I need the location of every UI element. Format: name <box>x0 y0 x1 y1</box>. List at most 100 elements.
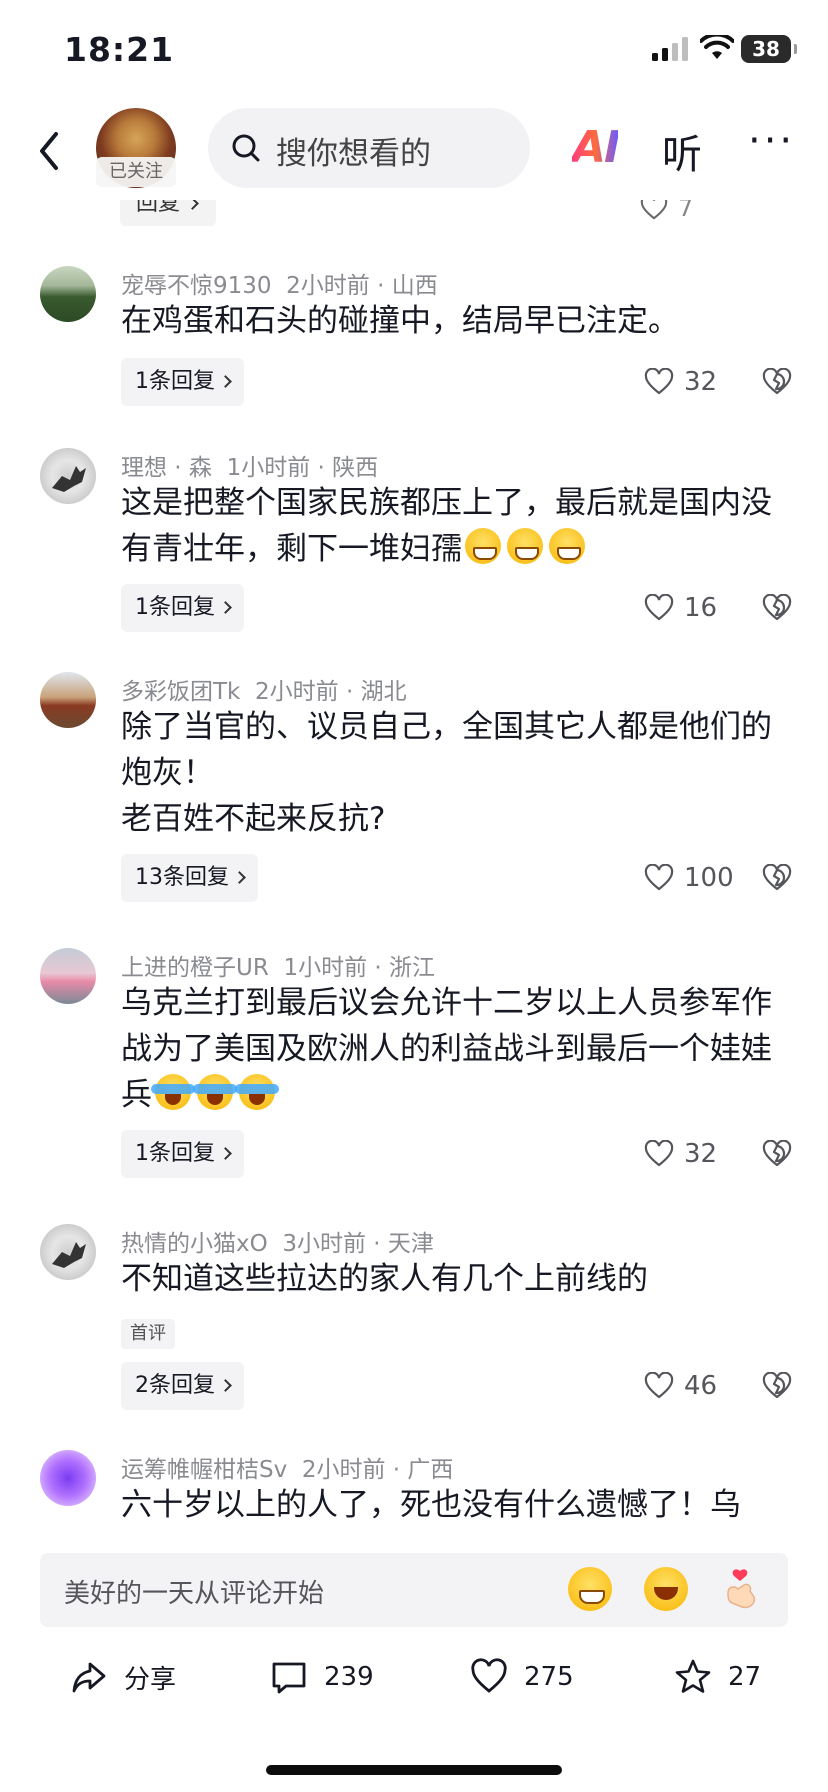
comment-text: 在鸡蛋和石头的碰撞中，结局早已注定。 <box>121 303 679 339</box>
back-arrow-icon[interactable] <box>32 126 66 176</box>
broken-heart-icon <box>762 1140 792 1167</box>
share-label: 分享 <box>124 1664 177 1695</box>
search-bar[interactable]: 搜你想看的 <box>208 108 530 188</box>
replies-button[interactable]: 1条回复 <box>121 1130 244 1178</box>
dislike-button[interactable] <box>762 584 792 632</box>
grin-emoji-icon[interactable] <box>568 1567 612 1611</box>
like-count: 16 <box>684 593 718 623</box>
comment-meta: 运筹帷幄柑桔Sv 2小时前 · 广西 <box>121 1457 454 1483</box>
first-comment-tag: 首评 <box>121 1319 175 1349</box>
broken-heart-icon <box>762 368 792 395</box>
heart-icon <box>644 368 674 395</box>
like-button[interactable]: 16 <box>644 584 717 632</box>
username[interactable]: 多彩饭团Tk <box>121 679 240 705</box>
comment-time: 2小时前 <box>301 1457 386 1483</box>
comment-meta: 宠辱不惊9130 2小时前 · 山西 <box>121 273 438 299</box>
comment-text: 这是把整个国家民族都压上了，最后就是国内没有青壮年，剩下一堆妇孺 <box>121 485 772 567</box>
battery-icon: 38 <box>741 35 797 63</box>
broken-heart-icon <box>762 864 792 891</box>
dislike-button[interactable] <box>762 1362 792 1410</box>
search-placeholder: 搜你想看的 <box>276 136 431 172</box>
dislike-button[interactable] <box>762 1130 792 1178</box>
bottom-action-bar: 分享 239 275 27 <box>0 1640 828 1716</box>
username[interactable]: 运筹帷幄柑桔Sv <box>121 1457 287 1483</box>
heart-icon <box>644 594 674 621</box>
search-icon <box>232 134 260 162</box>
like-count-partial[interactable]: 7 <box>640 200 693 222</box>
favorite-button[interactable]: 27 <box>674 1654 761 1700</box>
favorite-count: 27 <box>728 1662 762 1692</box>
heart-icon <box>644 864 674 891</box>
like-button[interactable]: 32 <box>644 358 717 406</box>
grin-emoji-icon <box>549 528 585 564</box>
star-icon <box>675 1659 711 1693</box>
cellular-signal-icon <box>652 37 688 61</box>
comment-region: 陕西 <box>332 455 379 481</box>
replies-button[interactable]: 1条回复 <box>121 358 244 406</box>
heart-icon <box>644 1140 674 1167</box>
heart-icon <box>640 200 668 220</box>
username[interactable]: 宠辱不惊9130 <box>121 273 272 299</box>
like-count: 32 <box>684 367 718 397</box>
like-count: 7 <box>678 200 694 222</box>
comment-input-placeholder: 美好的一天从评论开始 <box>64 1579 325 1609</box>
dislike-button[interactable] <box>762 358 792 406</box>
comment-meta: 热情的小猫xO 3小时前 · 天津 <box>121 1231 434 1257</box>
comment-count: 239 <box>324 1662 374 1692</box>
replies-button[interactable]: 13条回复 <box>121 854 258 902</box>
reply-chip-partial[interactable]: 回复 <box>120 200 216 226</box>
username[interactable]: 热情的小猫xO <box>121 1231 268 1257</box>
comment-item: 理想 · 森 1小时前 · 陕西 这是把整个国家民族都压上了，最后就是国内没有青… <box>0 448 828 633</box>
user-avatar[interactable] <box>40 448 96 504</box>
broken-heart-icon <box>762 1372 792 1399</box>
comment-item: 热情的小猫xO 3小时前 · 天津 不知道这些拉达的家人有几个上前线的 首评 2… <box>0 1224 828 1414</box>
comment-meta: 多彩饭团Tk 2小时前 · 湖北 <box>121 679 407 705</box>
comment-icon <box>272 1662 306 1694</box>
comment-text: 不知道这些拉达的家人有几个上前线的 <box>121 1261 648 1297</box>
comment-item: 运筹帷幄柑桔Sv 2小时前 · 广西 六十岁以上的人了，死也没有什么遗憾了！乌 <box>0 1450 828 1552</box>
user-avatar[interactable] <box>40 1450 96 1506</box>
comment-time: 1小时前 <box>283 955 368 981</box>
comment-region: 天津 <box>387 1231 434 1257</box>
like-button[interactable]: 100 <box>644 854 734 902</box>
comment-time: 2小时前 <box>255 679 339 705</box>
comment-input[interactable]: 美好的一天从评论开始 <box>40 1553 788 1627</box>
laugh-cry-emoji-icon <box>151 1074 195 1110</box>
user-avatar[interactable] <box>40 1224 96 1280</box>
comment-region: 广西 <box>407 1457 454 1483</box>
finger-heart-icon[interactable] <box>718 1567 762 1611</box>
username[interactable]: 上进的橙子UR <box>121 955 269 981</box>
like-button[interactable]: 46 <box>644 1362 717 1410</box>
grin-emoji-icon <box>507 528 543 564</box>
wifi-icon <box>700 35 734 59</box>
laugh-cry-emoji-icon <box>235 1074 279 1110</box>
username[interactable]: 理想 · 森 <box>121 455 212 481</box>
share-icon <box>72 1662 106 1693</box>
top-bar: 已关注 搜你想看的 AI 听 ··· <box>0 100 828 200</box>
user-avatar[interactable] <box>40 266 96 322</box>
user-avatar[interactable] <box>40 672 96 728</box>
heart-icon <box>471 1658 507 1693</box>
comment-region: 湖北 <box>360 679 407 705</box>
followed-badge[interactable]: 已关注 <box>96 157 176 187</box>
like-post-button[interactable]: 275 <box>470 1654 574 1700</box>
listen-button[interactable]: 听 <box>662 122 702 180</box>
grin-emoji-icon <box>465 528 501 564</box>
broken-heart-icon <box>762 594 792 621</box>
replies-button[interactable]: 1条回复 <box>121 584 244 632</box>
status-time: 18:21 <box>64 30 175 69</box>
ai-button[interactable]: AI <box>572 122 620 173</box>
comment-feed[interactable]: 回复 7 宠辱不惊9130 2小时前 · 山西 在鸡蛋和石头的碰撞中，结局早已注… <box>0 200 828 1552</box>
laugh-emoji-icon[interactable] <box>644 1567 688 1611</box>
user-avatar[interactable] <box>40 948 96 1004</box>
comments-button[interactable]: 239 <box>270 1654 374 1700</box>
share-button[interactable]: 分享 <box>70 1654 176 1700</box>
home-indicator[interactable] <box>266 1765 562 1775</box>
replies-button[interactable]: 2条回复 <box>121 1362 244 1410</box>
comment-meta: 理想 · 森 1小时前 · 陕西 <box>121 455 379 481</box>
dislike-button[interactable] <box>762 854 792 902</box>
like-button[interactable]: 32 <box>644 1130 717 1178</box>
comment-time: 2小时前 <box>286 273 370 299</box>
comment-region: 山西 <box>391 273 438 299</box>
more-button[interactable]: ··· <box>748 118 795 164</box>
